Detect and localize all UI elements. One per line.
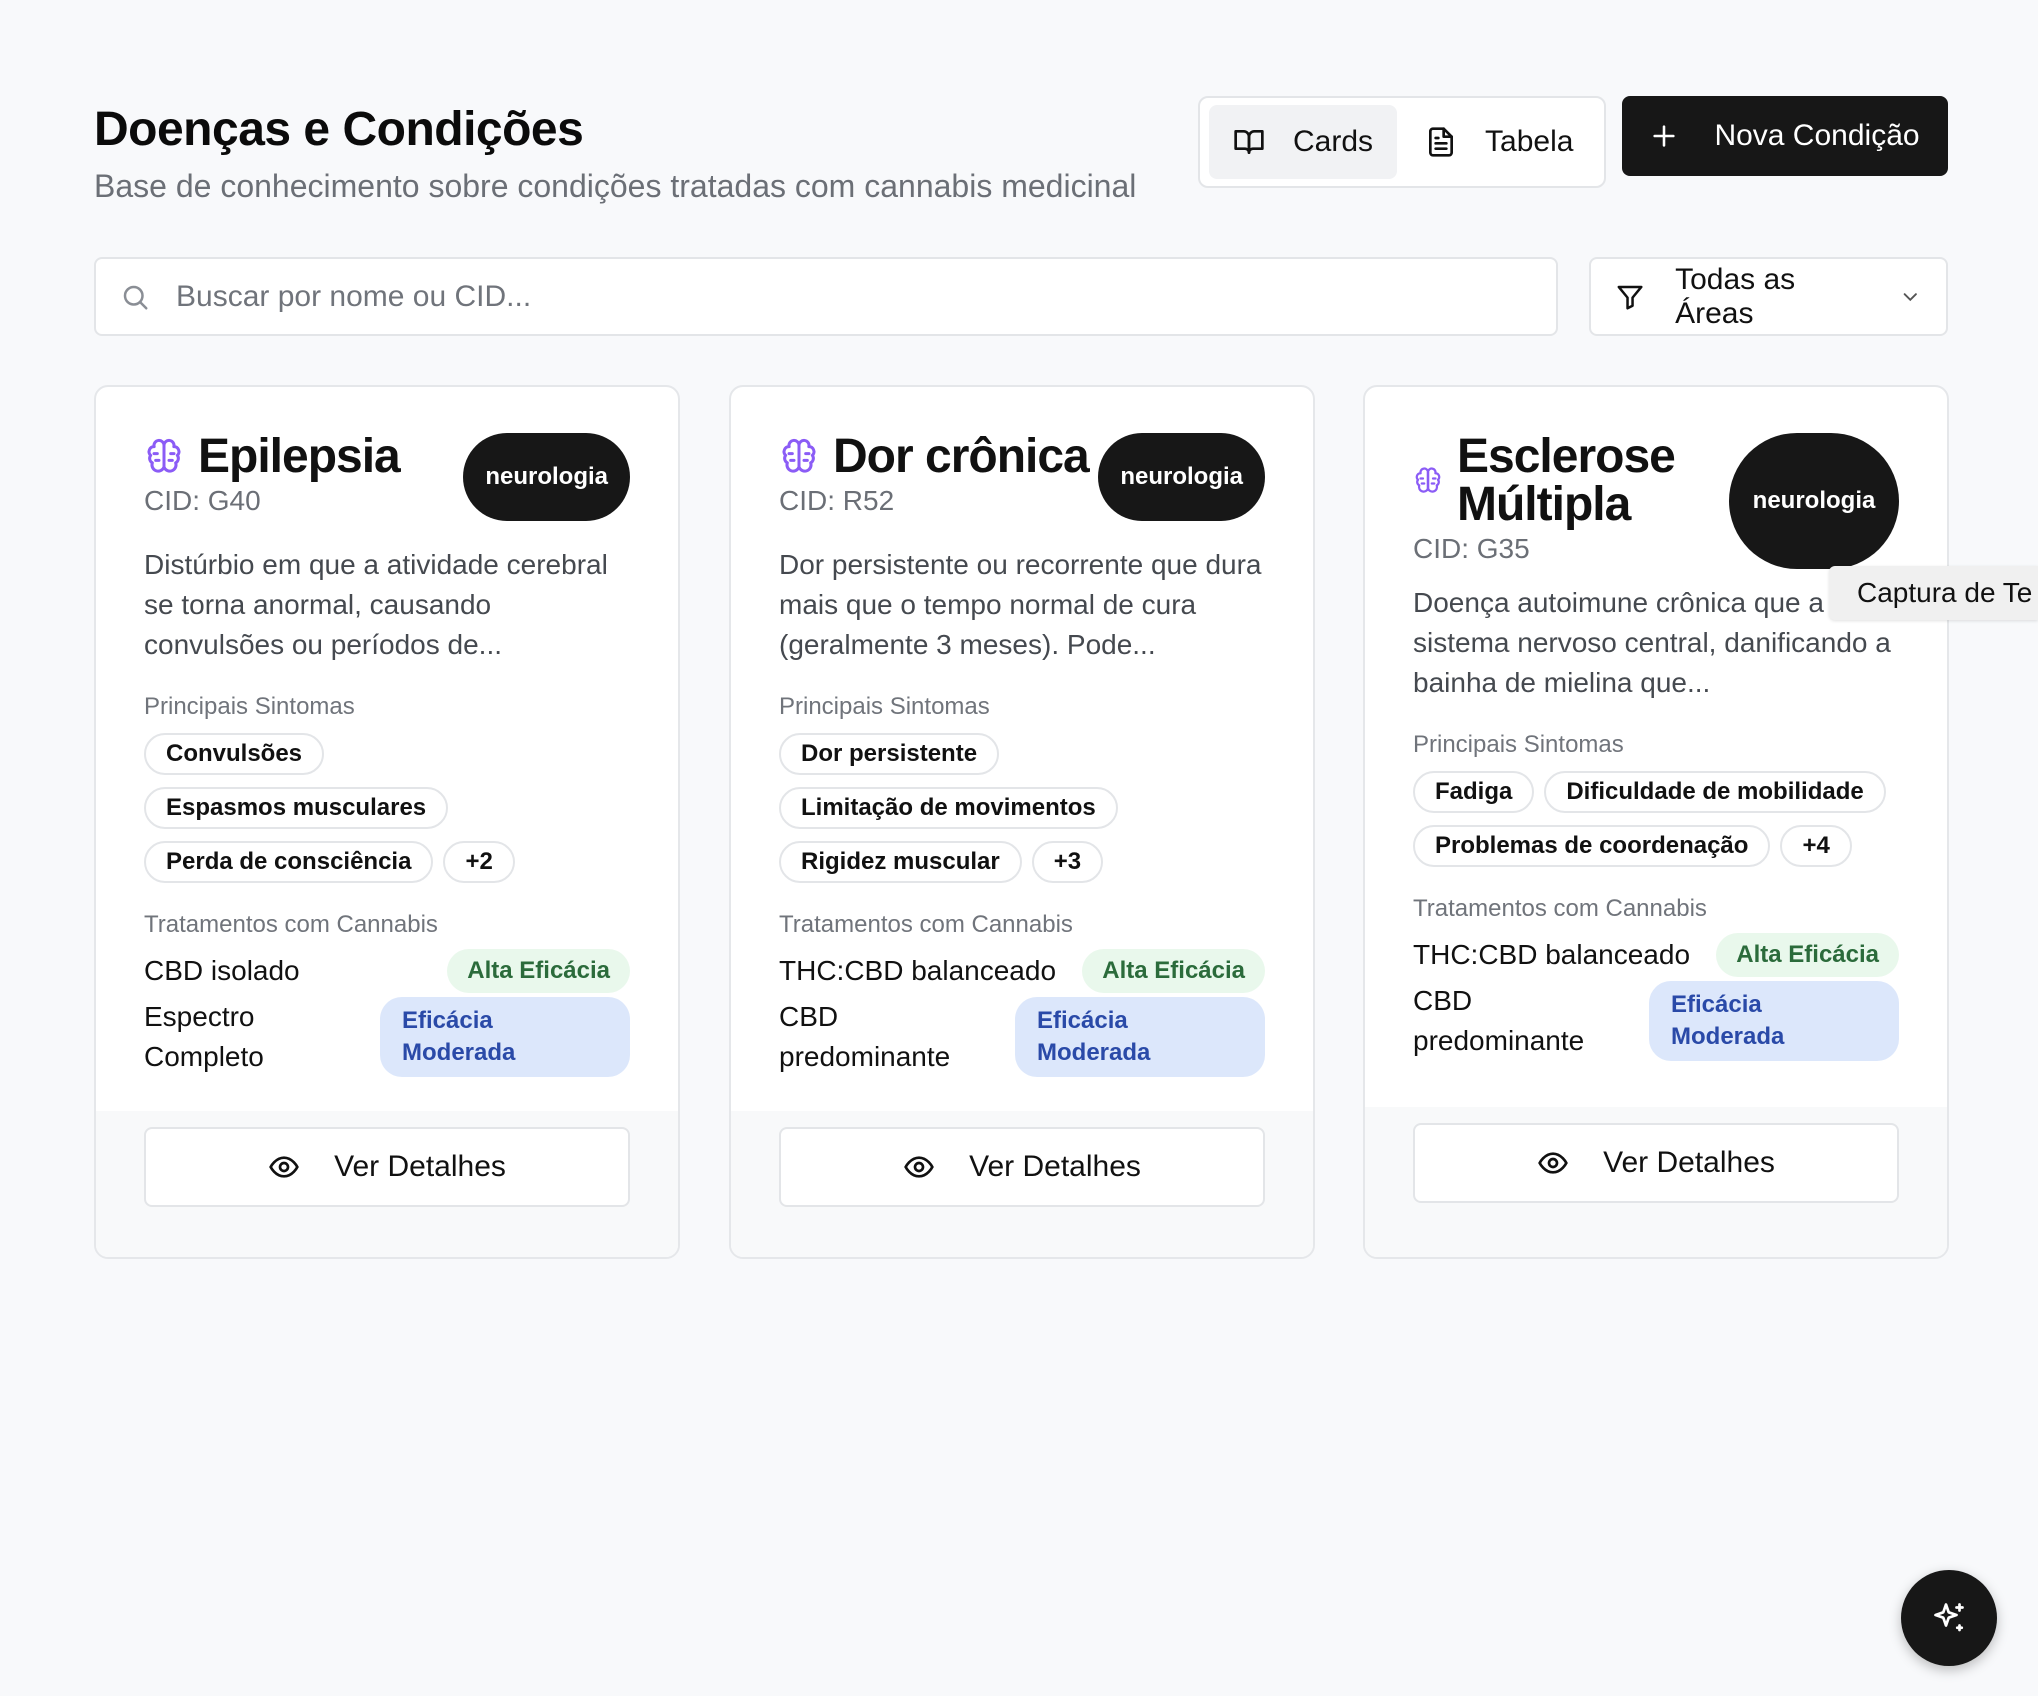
symptom-chip: Limitação de movimentos (779, 787, 1118, 829)
eye-icon (269, 1156, 299, 1178)
symptom-chip: Convulsões (144, 733, 325, 775)
card-description: Doença autoimune crônica que a o sistema… (1413, 587, 1891, 698)
treatment-list: THC:CBD balanceado Alta Eficácia CBD pre… (779, 949, 1265, 1077)
treatment-list: CBD isolado Alta Eficácia Espectro Compl… (144, 949, 630, 1077)
treatment-row: THC:CBD balanceado Alta Eficácia (1413, 933, 1899, 977)
sparkles-icon (1934, 1603, 1964, 1632)
treatments-label: Tratamentos com Cannabis (144, 911, 438, 938)
symptom-chip: Problemas de coordenação (1413, 825, 1771, 867)
area-badge: neurologia (1729, 433, 1899, 569)
treatment-name: CBD isolado (144, 955, 300, 986)
new-condition-label: Nova Condição (1714, 119, 1920, 152)
symptom-chip: Dificuldade de mobilidade (1544, 771, 1886, 813)
ai-assistant-button[interactable] (1901, 1570, 1997, 1666)
table-view-label: Tabela (1485, 125, 1574, 158)
treatments-label: Tratamentos com Cannabis (1413, 895, 1707, 922)
cid-code: CID: G40 (144, 485, 261, 516)
view-details-button[interactable]: Ver Detalhes (144, 1127, 630, 1207)
cards-view-button[interactable]: Cards (1209, 105, 1398, 179)
view-details-label: Ver Detalhes (969, 1150, 1141, 1183)
symptom-chip: Espasmos musculares (144, 787, 449, 829)
new-condition-button[interactable]: Nova Condição (1622, 96, 1948, 176)
symptom-chip: Fadiga (1413, 771, 1535, 813)
page-subtitle: Base de conhecimento sobre condições tra… (94, 168, 1137, 204)
treatment-list: THC:CBD balanceado Alta Eficácia CBD pre… (1413, 933, 1899, 1061)
efficacy-badge: Alta Eficácia (447, 949, 630, 993)
treatment-row: CBD isolado Alta Eficácia (144, 949, 630, 993)
page-title: Doenças e Condições (94, 103, 584, 156)
treatment-name: THC:CBD balanceado (779, 955, 1057, 986)
efficacy-badge: Eficácia Moderada (1649, 981, 1899, 1061)
efficacy-badge: Eficácia Moderada (1015, 997, 1265, 1077)
symptoms-label: Principais Sintomas (779, 693, 990, 720)
cid-code: CID: G35 (1413, 533, 1530, 564)
tooltip: Captura de Te (1829, 566, 2038, 620)
card-footer: Ver Detalhes (1365, 1107, 1947, 1257)
cards-view-label: Cards (1293, 125, 1374, 158)
symptom-list: Convulsões Espasmos musculares Perda de … (144, 733, 630, 883)
card-title: Dor crônica (833, 430, 1090, 483)
treatment-row: CBD predominante Eficácia Moderada (1413, 981, 1899, 1061)
brain-icon (1415, 467, 1441, 493)
more-symptoms-chip: +3 (1031, 841, 1104, 883)
condition-card: Dor crônica CID: R52 neurologia Dor pers… (729, 385, 1315, 1259)
eye-icon (1538, 1152, 1568, 1174)
treatment-name: THC:CBD balanceado (1413, 939, 1691, 970)
treatment-row: THC:CBD balanceado Alta Eficácia (779, 949, 1265, 993)
efficacy-badge: Eficácia Moderada (380, 997, 630, 1077)
symptom-chip: Rigidez muscular (779, 841, 1022, 883)
treatment-name: CBD predominante (779, 1001, 951, 1072)
area-filter-select[interactable]: Todas as Áreas (1589, 257, 1948, 336)
card-footer: Ver Detalhes (96, 1111, 678, 1257)
card-title: Esclerose Múltipla (1457, 430, 1676, 531)
more-symptoms-chip: +4 (1780, 825, 1852, 867)
condition-card: Esclerose Múltipla CID: G35 neurologia D… (1363, 385, 1949, 1259)
page-header: Doenças e Condições Base de conhecimento… (94, 98, 1136, 208)
view-details-label: Ver Detalhes (1603, 1146, 1775, 1179)
efficacy-badge: Alta Eficácia (1716, 933, 1899, 977)
cid-code: CID: R52 (779, 485, 895, 516)
area-badge: neurologia (1098, 433, 1265, 521)
symptom-chip: Dor persistente (779, 733, 1000, 775)
condition-card: Epilepsia CID: G40 neurologia Distúrbio … (94, 385, 680, 1259)
area-filter-value: Todas as Áreas (1675, 262, 1796, 330)
treatment-row: Espectro Completo Eficácia Moderada (144, 997, 630, 1077)
card-title: Epilepsia (198, 430, 401, 483)
symptom-list: Dor persistente Limitação de movimentos … (779, 733, 1265, 883)
table-view-button[interactable]: Tabela (1401, 105, 1597, 179)
symptom-chip: Perda de consciência (144, 841, 434, 883)
search-input[interactable] (176, 279, 1556, 314)
more-symptoms-chip: +2 (443, 841, 515, 883)
filter-icon (1617, 285, 1643, 310)
brain-icon (147, 438, 181, 473)
symptoms-label: Principais Sintomas (144, 693, 355, 720)
search-icon (123, 285, 148, 309)
eye-icon (904, 1156, 934, 1178)
area-badge: neurologia (463, 433, 630, 521)
chevron-down-icon (1904, 292, 1918, 301)
card-footer: Ver Detalhes (731, 1111, 1313, 1257)
symptoms-label: Principais Sintomas (1413, 731, 1624, 758)
treatment-name: Espectro Completo (144, 1001, 264, 1072)
search-box (94, 257, 1558, 336)
view-details-button[interactable]: Ver Detalhes (779, 1127, 1265, 1207)
view-details-button[interactable]: Ver Detalhes (1413, 1123, 1899, 1203)
treatment-row: CBD predominante Eficácia Moderada (779, 997, 1265, 1077)
book-open-icon (1234, 130, 1264, 154)
file-text-icon (1429, 127, 1454, 157)
symptom-list: Fadiga Dificuldade de mobilidade Problem… (1413, 771, 1899, 867)
card-description: Dor persistente ou recorrente que dura m… (779, 549, 1262, 660)
plus-icon (1653, 125, 1676, 147)
view-toggle: Cards Tabela (1198, 96, 1606, 188)
brain-icon (782, 438, 816, 473)
view-details-label: Ver Detalhes (334, 1150, 506, 1183)
treatment-name: CBD predominante (1413, 985, 1585, 1056)
treatments-label: Tratamentos com Cannabis (779, 911, 1073, 938)
card-description: Distúrbio em que a atividade cerebral se… (144, 549, 608, 660)
efficacy-badge: Alta Eficácia (1082, 949, 1265, 993)
